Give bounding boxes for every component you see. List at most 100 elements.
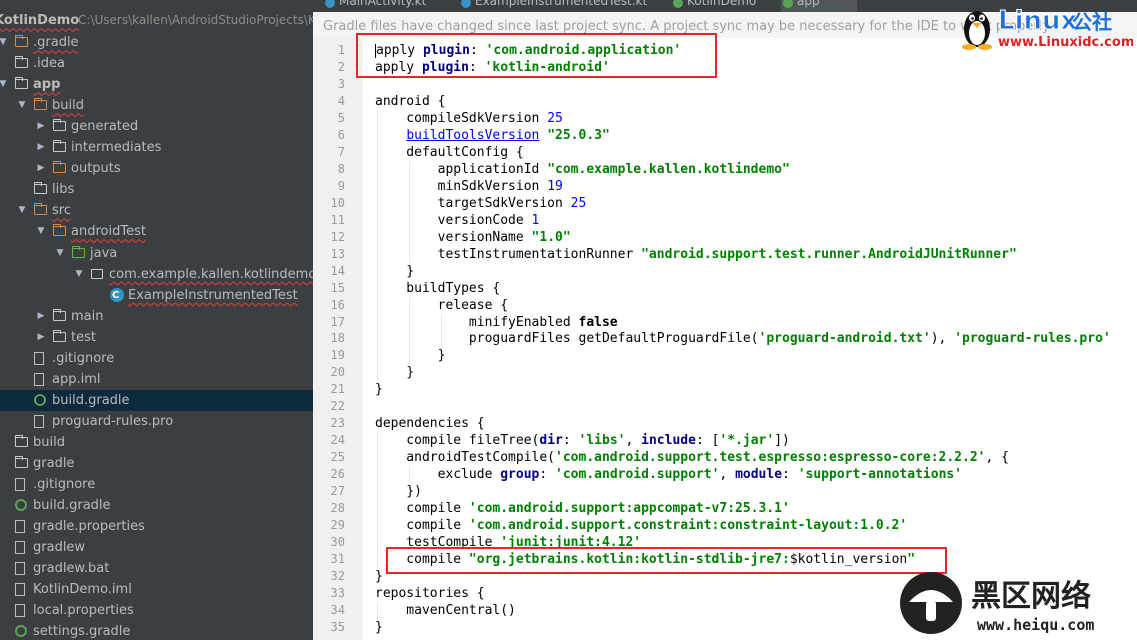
tree-item[interactable]: ▼ java: [0, 243, 313, 264]
string-literal: 'com.android.support.constraint:constrai…: [468, 518, 908, 534]
expand-down-arrow-icon[interactable]: ▼: [55, 243, 65, 264]
project-root-row[interactable]: KotlinDemo C:\Users\kallen\AndroidStudio…: [0, 10, 313, 31]
collapse-right-arrow-icon[interactable]: ▶: [36, 137, 46, 158]
tab-label: KotlinDemo: [687, 0, 757, 8]
code-token: : [: [695, 433, 720, 449]
tab-main-activity[interactable]: MainActivity.kt: [323, 0, 426, 12]
module-folder-icon: [15, 77, 28, 90]
tree-item[interactable]: libs: [0, 179, 313, 200]
line-number: 16: [330, 297, 345, 312]
code-token: android {: [375, 93, 446, 109]
tree-item[interactable]: KotlinDemo.iml: [0, 579, 313, 600]
tab-example-instrumented-test[interactable]: ExampleInstrumentedTest.kt: [459, 0, 647, 12]
tree-item[interactable]: ExampleInstrumentedTest: [0, 285, 313, 306]
tree-item[interactable]: build.gradle: [0, 389, 313, 411]
gradle-icon: [34, 393, 46, 406]
tree-item-label: intermediates: [71, 140, 162, 156]
code-line: }: [375, 347, 446, 364]
code-token: ),: [930, 331, 955, 347]
collapse-right-arrow-icon[interactable]: ▶: [36, 306, 46, 327]
code-token: versionCode: [375, 212, 532, 228]
tree-item[interactable]: ▶ test: [0, 327, 313, 348]
tree-item[interactable]: app.iml: [0, 369, 313, 390]
expand-down-arrow-icon[interactable]: ▼: [0, 74, 8, 95]
project-tool-window: ject KotlinDemo C:\Users\kallen\AndroidS…: [0, 0, 313, 640]
code-token: versionName: [375, 229, 532, 245]
code-line: proguardFiles getDefaultProguardFile('pr…: [375, 330, 1111, 347]
tree-item[interactable]: ▶ outputs: [0, 158, 313, 179]
tree-item[interactable]: gradlew.bat: [0, 558, 313, 579]
tree-item[interactable]: gradle: [0, 453, 313, 474]
folder-icon: [15, 56, 28, 69]
tree-item[interactable]: settings.gradle: [0, 621, 313, 640]
tree-item[interactable]: .idea: [0, 53, 313, 74]
tree-item[interactable]: ▼ androidTest: [0, 221, 313, 242]
collapse-right-arrow-icon[interactable]: ▶: [36, 327, 46, 348]
expand-down-arrow-icon[interactable]: ▼: [17, 200, 27, 221]
code-token: dependencies {: [375, 416, 485, 432]
line-number: 33: [330, 586, 345, 601]
tree-item[interactable]: ▶ main: [0, 306, 313, 327]
expand-down-arrow-icon[interactable]: ▼: [36, 221, 46, 242]
tree-item[interactable]: ▼ app: [0, 74, 313, 95]
tree-item-label: src: [52, 203, 71, 219]
tree-item[interactable]: local.properties: [0, 600, 313, 621]
code-token: defaultConfig {: [375, 144, 524, 160]
excluded-folder-icon: [34, 98, 47, 111]
line-number: 3: [337, 76, 345, 91]
annotation-box-plugins: [356, 33, 717, 78]
string-literal: 'proguard-android.txt': [758, 331, 931, 347]
code-token: repositories {: [375, 586, 485, 602]
tree-item[interactable]: gradle.properties: [0, 516, 313, 537]
tree-item[interactable]: gradlew: [0, 537, 313, 558]
line-number: 2: [337, 59, 345, 74]
code-token: :: [782, 467, 798, 483]
line-number: 32: [330, 569, 345, 584]
collapse-right-arrow-icon[interactable]: ▶: [36, 158, 46, 179]
tree-item[interactable]: build: [0, 432, 313, 453]
annotation-box-kotlin-stdlib: [386, 547, 947, 574]
expand-down-arrow-icon[interactable]: ▼: [17, 95, 27, 116]
tree-item-label: app.iml: [52, 371, 101, 387]
tree-item[interactable]: ▼ .gradle: [0, 32, 313, 53]
tab-app[interactable]: app: [781, 0, 857, 12]
expand-down-arrow-icon[interactable]: ▼: [74, 264, 84, 285]
indent-guide: [409, 296, 410, 365]
gradle-icon: [15, 625, 27, 638]
code-line: }: [375, 364, 414, 381]
tree-item-label: libs: [52, 182, 75, 198]
indent-guide: [377, 109, 378, 382]
tree-item[interactable]: ▼ com.example.kallen.kotlindemo: [0, 264, 313, 285]
number-literal: 25: [547, 110, 563, 126]
tree-item-label: generated: [71, 119, 139, 135]
folder-icon: [34, 182, 47, 195]
code-token: androidTestCompile(: [375, 450, 556, 466]
tree-item[interactable]: .gitignore: [0, 474, 313, 495]
tree-item-label: .idea: [33, 56, 65, 72]
line-number: 28: [330, 501, 345, 516]
mushroom-icon: [900, 572, 962, 634]
file-icon: [15, 562, 25, 576]
tree-item[interactable]: ▼ build: [0, 95, 313, 116]
tree-item[interactable]: ▶ generated: [0, 116, 313, 137]
project-root-path: C:\Users\kallen\AndroidStudioProjects\K: [78, 13, 313, 27]
tree-item[interactable]: ▼ src: [0, 200, 313, 221]
indent-guide: [441, 313, 442, 348]
indent-guide: [409, 466, 410, 484]
expand-down-arrow-icon[interactable]: ▼: [0, 32, 8, 53]
code-line: release {: [375, 297, 508, 314]
code-token: compile fileTree(: [375, 433, 540, 449]
line-number-gutter: 1 2 3 4 5 6 7 8 9 10 11 12 13 14 15 16 17 18 19 20 21 22 23 24 2…: [313, 38, 363, 640]
tree-item[interactable]: build.gradle: [0, 495, 313, 516]
tab-kotlindemo[interactable]: KotlinDemo: [671, 0, 756, 12]
tree-item[interactable]: .gitignore: [0, 348, 313, 369]
line-number: 5: [337, 110, 345, 125]
collapse-right-arrow-icon[interactable]: ▶: [36, 116, 46, 137]
line-number: 23: [330, 416, 345, 431]
string-literal: '*.jar': [719, 433, 775, 449]
tree-item[interactable]: proguard-rules.pro: [0, 411, 313, 432]
tree-item[interactable]: ▶ intermediates: [0, 137, 313, 158]
code-token: mavenCentral(): [375, 603, 516, 618]
line-number: 19: [330, 348, 345, 363]
line-number: 24: [330, 433, 345, 448]
